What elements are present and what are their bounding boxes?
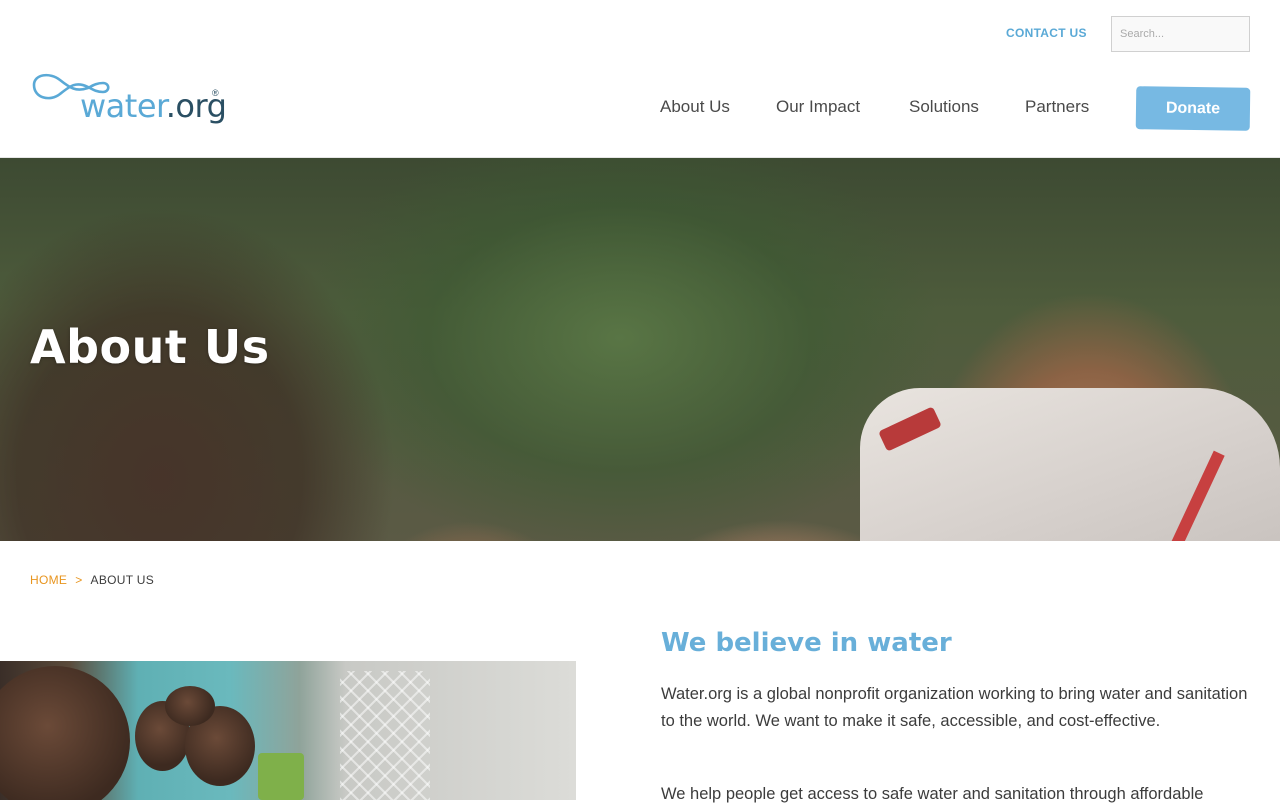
second-paragraph: We help people get access to safe water … (661, 785, 1204, 803)
photo-figure (165, 686, 215, 726)
hero-photo-shirt (860, 388, 1280, 541)
main-nav: About Us Our Impact Solutions Partners (0, 97, 1280, 121)
nav-partners[interactable]: Partners (1025, 97, 1089, 117)
donate-button[interactable]: Donate (1135, 86, 1251, 131)
intro-paragraph: Water.org is a global nonprofit organiza… (661, 685, 1248, 730)
nav-about-us[interactable]: About Us (660, 97, 730, 117)
page-title: About Us (30, 320, 270, 374)
site-header: CONTACT US water.org ® About Us Our Impa… (0, 0, 1280, 158)
photo-figure (0, 666, 130, 800)
nav-solutions[interactable]: Solutions (909, 97, 979, 117)
photo-bag (258, 753, 304, 800)
breadcrumb: HOME > ABOUT US (30, 573, 154, 587)
breadcrumb-current: ABOUT US (90, 573, 155, 587)
hero-banner: About Us (0, 158, 1280, 541)
section-heading: We believe in water (661, 628, 952, 658)
search-input[interactable] (1111, 16, 1250, 52)
shirt-stripe (878, 406, 942, 452)
breadcrumb-home-link[interactable]: HOME (30, 573, 67, 587)
contact-us-link[interactable]: CONTACT US (1006, 26, 1087, 40)
children-photo (0, 661, 576, 800)
photo-fence (340, 671, 430, 800)
nav-our-impact[interactable]: Our Impact (776, 97, 860, 117)
breadcrumb-separator: > (75, 573, 83, 587)
shirt-stripe (1167, 450, 1225, 541)
